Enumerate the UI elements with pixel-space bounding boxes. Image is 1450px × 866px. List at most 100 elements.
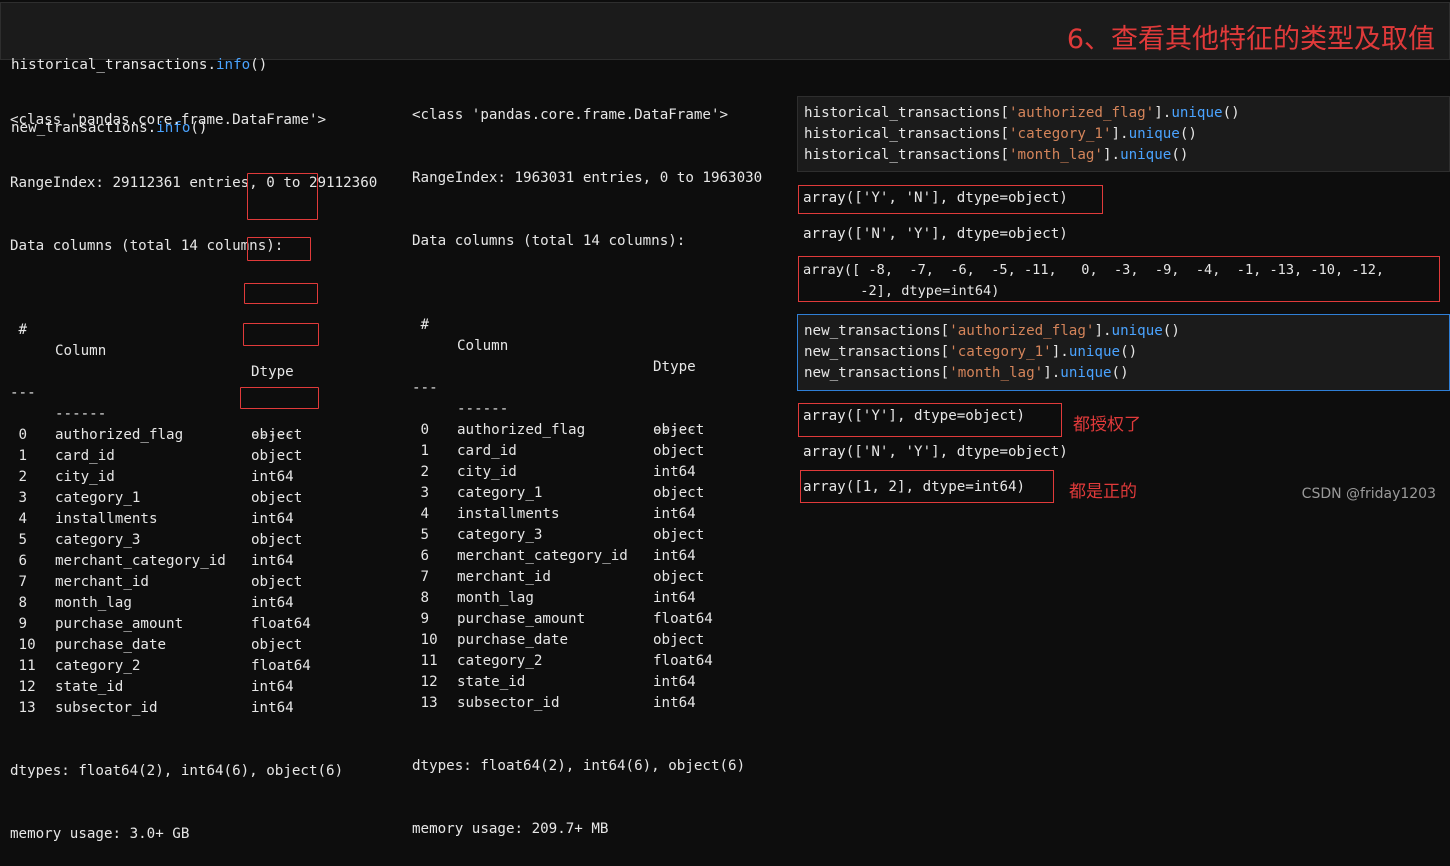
column-dtype: object: [653, 443, 705, 459]
code-text: historical_transactions[: [804, 126, 1009, 142]
row-index: 13: [412, 695, 438, 711]
column-name: category_1: [457, 485, 543, 501]
table-row: 9 purchase_amount float64: [412, 609, 762, 630]
table-row: 7 merchant_id object: [10, 572, 377, 593]
column-name: card_id: [457, 443, 517, 459]
table-row: 4 installments int64: [10, 509, 377, 530]
table-row: 3 category_1 object: [412, 483, 762, 504]
column-name: authorized_flag: [457, 422, 586, 438]
column-dtype: int64: [251, 595, 294, 611]
code-text: ].: [1043, 365, 1061, 381]
column-dtype: int64: [653, 674, 696, 690]
column-dtype: int64: [251, 469, 294, 485]
code-line: new_transactions['month_lag'].unique(): [804, 363, 1180, 384]
code-line: historical_transactions['authorized_flag…: [804, 103, 1240, 124]
column-name: purchase_amount: [55, 616, 184, 632]
unique-month-lag-output-line1: array([ -8, -7, -6, -5, -11, 0, -3, -9, …: [803, 262, 1385, 278]
row-index: 11: [412, 653, 438, 669]
table-row: 4 installments int64: [412, 504, 762, 525]
row-index: 3: [412, 485, 430, 501]
row-index: 10: [412, 632, 438, 648]
code-cell-info[interactable]: historical_transactions.info() new_trans…: [0, 2, 1450, 136]
row-index: 8: [10, 595, 28, 611]
class-line: <class 'pandas.core.frame.DataFrame'>: [10, 112, 327, 128]
table-separator: --- ------ -----: [10, 385, 294, 443]
column-dtype: int64: [653, 506, 696, 522]
code-line: historical_transactions['month_lag'].uni…: [804, 145, 1240, 166]
row-index: 9: [412, 611, 430, 627]
row-index: 7: [412, 569, 430, 585]
column-dtype: object: [653, 632, 705, 648]
code-text: historical_transactions[: [804, 147, 1009, 163]
code-function: unique: [1060, 365, 1112, 381]
code-line: historical_transactions['category_1'].un…: [804, 124, 1240, 145]
range-index-line: RangeIndex: 29112361 entries, 0 to 29112…: [10, 175, 378, 191]
column-dtype: int64: [251, 511, 294, 527]
table-row: 11 category_2 float64: [10, 656, 377, 677]
column-name: installments: [55, 511, 158, 527]
column-name: purchase_amount: [457, 611, 586, 627]
table-row: 0 authorized_flag object: [10, 425, 377, 446]
row-index: 4: [412, 506, 430, 522]
table-row: 2 city_id int64: [10, 467, 377, 488]
table-row: 0 authorized_flag object: [412, 420, 762, 441]
column-dtype: float64: [251, 616, 311, 632]
column-dtype: object: [251, 448, 303, 464]
column-name: state_id: [457, 674, 526, 690]
class-line: <class 'pandas.core.frame.DataFrame'>: [412, 107, 729, 123]
row-index: 8: [412, 590, 430, 606]
code-text: (): [1222, 105, 1240, 121]
code-text: ].: [1051, 344, 1069, 360]
row-index: 11: [10, 658, 36, 674]
table-row: 3 category_1 object: [10, 488, 377, 509]
table-row: 6 merchant_category_id int64: [10, 551, 377, 572]
column-name: card_id: [55, 448, 115, 464]
table-header: # Column Dtype: [412, 317, 696, 375]
cell-source[interactable]: historical_transactions['authorized_flag…: [804, 103, 1240, 166]
code-cell-historical-unique[interactable]: historical_transactions['authorized_flag…: [797, 96, 1450, 172]
row-index: 13: [10, 700, 36, 716]
row-index: 12: [10, 679, 36, 695]
section-annotation: 6、查看其他特征的类型及取值: [1066, 24, 1435, 55]
code-cell-new-unique[interactable]: new_transactions['authorized_flag'].uniq…: [797, 314, 1450, 391]
column-name: month_lag: [457, 590, 534, 606]
table-separator: --- ------ -----: [412, 380, 696, 438]
column-name: authorized_flag: [55, 427, 184, 443]
column-dtype: int64: [653, 464, 696, 480]
row-index: 2: [412, 464, 430, 480]
column-dtype: object: [251, 637, 303, 653]
row-index: 0: [10, 427, 28, 443]
unique-category-1-output: array(['N', 'Y'], dtype=object): [803, 444, 1068, 460]
code-text: (): [1171, 147, 1189, 163]
code-text: ].: [1111, 126, 1129, 142]
code-line: new_transactions['authorized_flag'].uniq…: [804, 321, 1180, 342]
code-function: unique: [1111, 323, 1163, 339]
row-index: 3: [10, 490, 28, 506]
row-index: 2: [10, 469, 28, 485]
table-header: # Column Dtype: [10, 322, 294, 380]
annotation-note: 都授权了: [1073, 415, 1141, 435]
row-index: 5: [412, 527, 430, 543]
column-name: state_id: [55, 679, 124, 695]
dtypes-summary: dtypes: float64(2), int64(6), object(6): [10, 763, 344, 779]
range-index-line: RangeIndex: 1963031 entries, 0 to 196303…: [412, 170, 763, 186]
table-row: 11 category_2 float64: [412, 651, 762, 672]
column-name: city_id: [55, 469, 115, 485]
row-index: 6: [412, 548, 430, 564]
column-name: city_id: [457, 464, 517, 480]
table-row: 2 city_id int64: [412, 462, 762, 483]
table-row: 12 state_id int64: [412, 672, 762, 693]
code-text: new_transactions[: [804, 323, 950, 339]
column-name: merchant_id: [457, 569, 551, 585]
code-function: unique: [1128, 126, 1180, 142]
column-dtype: object: [653, 485, 705, 501]
table-row: 5 category_3 object: [412, 525, 762, 546]
column-dtype: object: [251, 532, 303, 548]
column-dtype: object: [653, 527, 705, 543]
row-index: 9: [10, 616, 28, 632]
watermark: CSDN @friday1203: [1301, 486, 1436, 502]
code-function: unique: [1068, 344, 1121, 360]
table-row: 9 purchase_amount float64: [10, 614, 377, 635]
code-string: 'month_lag': [949, 365, 1044, 381]
cell-source[interactable]: new_transactions['authorized_flag'].uniq…: [804, 321, 1180, 384]
